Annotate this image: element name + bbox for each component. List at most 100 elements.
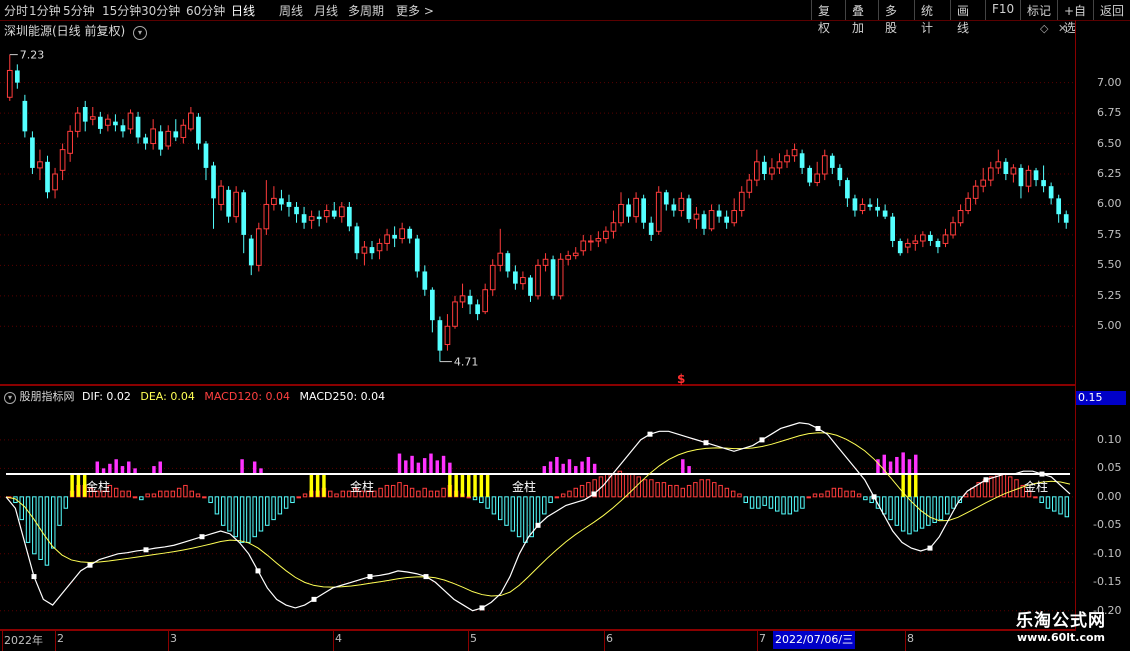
candle-body <box>829 155 835 168</box>
macd-bar <box>139 496 144 501</box>
macd-bar <box>227 496 232 532</box>
toolbar-right-8[interactable]: 返回 <box>1093 0 1130 20</box>
candle-body <box>180 124 187 138</box>
macd-bar <box>542 496 547 515</box>
magenta-bar <box>888 461 893 475</box>
date-axis: 2022年 2 3 4 5 6 7 8 2022/07/06/三 <box>0 630 1076 651</box>
candle-body <box>1041 180 1046 187</box>
candle-body <box>226 189 231 217</box>
macd-bar <box>762 496 767 506</box>
candle-body <box>784 155 790 163</box>
date-label: 2022年 <box>4 634 43 647</box>
dif-marker <box>983 477 989 483</box>
price-tick-label: 6.50 <box>1097 136 1122 150</box>
dif-marker <box>367 574 373 580</box>
macd-bar <box>743 496 748 504</box>
macd-bar <box>220 496 226 526</box>
macd-bar <box>686 484 692 498</box>
price-tick-label: 6.25 <box>1097 167 1122 180</box>
candle-body <box>475 304 480 315</box>
macd-bar <box>882 496 887 515</box>
candle-body <box>557 258 564 297</box>
candle-body <box>1056 198 1062 215</box>
price-tick-label: 5.75 <box>1097 227 1122 241</box>
candle-body <box>753 161 760 181</box>
chart-canvas[interactable]: 7.23 4.71 $ 金柱 金柱 金柱 金柱 <box>0 0 1076 630</box>
macd-bar <box>775 496 780 512</box>
candle-body <box>814 173 821 184</box>
macd-bar <box>825 490 830 498</box>
candle-body <box>248 238 254 266</box>
price-tick-label: 5.25 <box>1097 288 1122 302</box>
candle-body <box>762 161 767 174</box>
macd-bar <box>938 496 944 521</box>
candle-body <box>392 234 397 239</box>
candle-body <box>22 100 28 132</box>
macd-bar <box>50 496 56 549</box>
macd-bar <box>472 496 478 501</box>
candle-body <box>867 204 873 207</box>
candle-body <box>188 112 194 130</box>
macd-bar <box>214 496 220 515</box>
macd-bar <box>636 476 641 498</box>
dif-marker <box>199 534 205 540</box>
macd-bar <box>183 484 188 498</box>
magenta-bar <box>567 459 572 475</box>
signal-marker: $ <box>677 372 685 386</box>
macd-bar <box>195 493 201 498</box>
candle-body <box>935 241 941 248</box>
candle-body <box>618 203 624 224</box>
macd-bar <box>202 496 207 499</box>
candle-body <box>920 234 926 242</box>
candle-body <box>731 210 738 224</box>
candle-body <box>430 289 435 321</box>
magenta-bar <box>592 463 597 475</box>
magenta-bar <box>404 460 408 475</box>
candle-body <box>580 240 587 252</box>
candle-body <box>376 242 383 252</box>
magenta-bar <box>240 459 244 475</box>
candle-body <box>746 179 753 193</box>
macd-bar <box>164 490 169 498</box>
candle-body <box>957 210 964 224</box>
macd-bar <box>151 493 157 498</box>
candle-body <box>286 202 292 207</box>
magenta-bar <box>152 466 156 475</box>
macd-bar <box>894 496 900 526</box>
macd-bar <box>573 487 579 498</box>
candle-body <box>59 149 66 171</box>
candle-body <box>52 173 58 191</box>
candle-body <box>550 259 556 296</box>
macd-bar <box>126 490 132 498</box>
macd-bar <box>516 496 522 538</box>
candle-body <box>845 180 850 199</box>
candle-body <box>399 228 406 240</box>
candle-body <box>852 198 858 211</box>
magenta-bar <box>127 461 131 475</box>
candle-body <box>354 226 360 254</box>
macd-bar <box>409 487 415 498</box>
macd-bar <box>233 496 239 538</box>
golden-bar <box>309 474 314 497</box>
macd-bar <box>416 490 421 498</box>
candle-body <box>505 253 511 272</box>
date-label: 5 <box>470 632 477 645</box>
macd-bar <box>951 496 956 509</box>
macd-bar <box>1007 476 1013 498</box>
macd-bar <box>1033 496 1038 499</box>
macd-bar <box>497 496 503 521</box>
candle-body <box>724 216 729 223</box>
magenta-bar <box>901 452 905 475</box>
date-tick <box>468 631 469 651</box>
candle-body <box>965 197 971 212</box>
magenta-bar <box>422 458 427 475</box>
macd-bar <box>340 490 346 498</box>
candle-body <box>30 137 35 168</box>
magenta-bar <box>158 461 162 475</box>
golden-bar <box>76 474 81 497</box>
dif-marker <box>143 547 149 553</box>
candle-body <box>708 210 715 230</box>
date-label: 6 <box>606 632 613 645</box>
macd-bar <box>756 496 761 509</box>
watermark-url: www.60lt.com <box>1016 631 1106 644</box>
